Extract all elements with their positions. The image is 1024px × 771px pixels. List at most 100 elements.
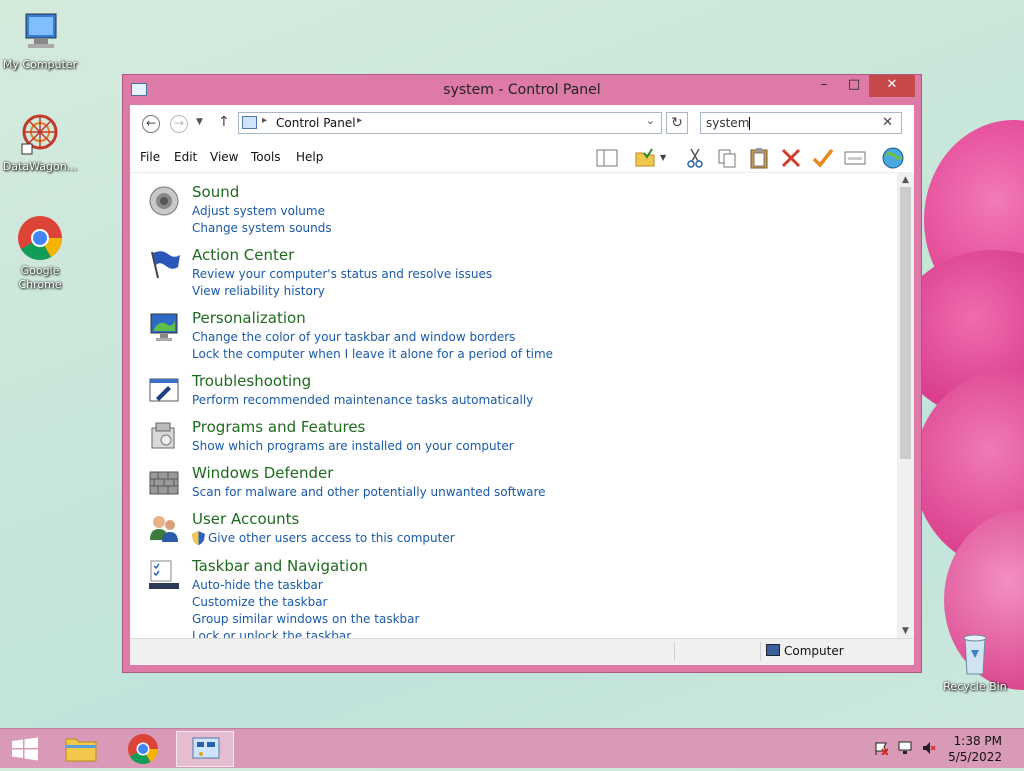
troubleshoot-icon	[148, 374, 180, 406]
result-title[interactable]: Programs and Features	[192, 418, 365, 436]
paste-icon[interactable]	[748, 147, 770, 169]
taskbar: 1:38 PM 5/5/2022	[0, 728, 1024, 768]
address-row: ← → ▼ ↑ ▸ Control Panel ▸ ⌄ ↻ system ✕	[130, 105, 914, 142]
result-link[interactable]: Scan for malware and other potentially u…	[192, 485, 546, 499]
refresh-button[interactable]: ↻	[666, 112, 688, 134]
file-explorer-taskbar-icon[interactable]	[56, 731, 106, 767]
recycle-bin-icon	[951, 630, 999, 678]
menu-help[interactable]: Help	[296, 150, 323, 164]
scrollbar-thumb[interactable]	[900, 187, 911, 459]
folder-check-icon[interactable]	[634, 147, 656, 169]
result-title[interactable]: User Accounts	[192, 510, 299, 528]
window-client: ← → ▼ ↑ ▸ Control Panel ▸ ⌄ ↻ system ✕ F…	[130, 105, 914, 665]
result-title[interactable]: Action Center	[192, 246, 294, 264]
defender-wall-icon	[148, 466, 180, 498]
checkmark-icon[interactable]	[812, 147, 834, 169]
search-input[interactable]: system ✕	[700, 112, 902, 134]
result-link[interactable]: Show which programs are installed on you…	[192, 439, 514, 453]
close-button[interactable]: ✕	[869, 75, 915, 97]
menu-file[interactable]: File	[140, 150, 160, 164]
result-link[interactable]: Review your computer's status and resolv…	[192, 267, 492, 281]
network-icon[interactable]	[898, 741, 912, 755]
status-location: Computer	[784, 644, 844, 658]
programs-icon	[148, 420, 180, 452]
result-title[interactable]: Personalization	[192, 309, 306, 327]
desktop-icon-google-chrome[interactable]: Google Chrome	[0, 214, 80, 292]
result-title[interactable]: Taskbar and Navigation	[192, 557, 368, 575]
desktop-icon-label: Google Chrome	[18, 264, 62, 291]
up-button[interactable]: ↑	[218, 114, 230, 130]
delete-icon[interactable]	[780, 147, 802, 169]
address-dropdown-chevron-icon[interactable]: ⌄	[646, 114, 655, 127]
search-results: Sound Adjust system volume Change system…	[130, 173, 897, 638]
vertical-scrollbar[interactable]: ▲ ▼	[897, 173, 914, 638]
minimize-button[interactable]: –	[809, 75, 839, 97]
breadcrumb-arrow-icon[interactable]: ▸	[357, 115, 362, 126]
recent-locations-chevron-icon[interactable]: ▼	[196, 117, 203, 127]
taskbar-icon	[148, 559, 180, 591]
start-button[interactable]	[0, 731, 50, 767]
clock-time: 1:38 PM	[953, 734, 1002, 748]
scroll-down-arrow-icon[interactable]: ▼	[897, 626, 914, 636]
result-link[interactable]: Lock or unlock the taskbar	[192, 629, 351, 638]
status-divider	[674, 642, 675, 661]
search-value: system	[706, 116, 750, 130]
forward-button[interactable]: →	[170, 115, 188, 133]
result-link[interactable]: Change the color of your taskbar and win…	[192, 330, 515, 344]
system-clock[interactable]: 1:38 PM 5/5/2022	[948, 733, 1002, 765]
monitor-icon	[148, 311, 180, 343]
status-divider	[760, 642, 761, 661]
layout-pane-icon[interactable]	[596, 147, 618, 169]
desktop-icon-label: DataWagon...	[2, 160, 78, 173]
volume-muted-icon[interactable]	[922, 741, 936, 755]
breadcrumb-arrow-icon[interactable]: ▸	[262, 115, 267, 126]
scroll-up-arrow-icon[interactable]: ▲	[897, 175, 914, 185]
globe-icon[interactable]	[882, 147, 904, 169]
breadcrumb-control-panel[interactable]: Control Panel	[276, 116, 356, 130]
status-bar: Computer	[130, 638, 914, 665]
result-link[interactable]: Group similar windows on the taskbar	[192, 612, 419, 626]
desktop-icon-my-computer[interactable]: My Computer	[0, 8, 80, 72]
control-panel-taskbar-button[interactable]	[176, 731, 234, 767]
address-bar[interactable]: ▸ Control Panel ▸ ⌄	[238, 112, 662, 134]
result-title[interactable]: Troubleshooting	[192, 372, 311, 390]
menu-view[interactable]: View	[210, 150, 238, 164]
uac-shield-icon	[192, 531, 205, 545]
control-panel-window: system - Control Panel – □ ✕ ← → ▼ ↑ ▸ C…	[122, 74, 922, 673]
maximize-button[interactable]: □	[839, 75, 869, 97]
chrome-taskbar-icon[interactable]	[118, 731, 168, 767]
result-title[interactable]: Windows Defender	[192, 464, 333, 482]
datawagon-logo-icon	[16, 110, 64, 158]
window-title: system - Control Panel	[443, 82, 601, 98]
result-link[interactable]: Perform recommended maintenance tasks au…	[192, 393, 533, 407]
copy-icon[interactable]	[716, 147, 738, 169]
result-link[interactable]: Adjust system volume	[192, 204, 325, 218]
action-center-flag-icon[interactable]	[874, 741, 889, 756]
computer-icon	[16, 8, 64, 56]
desktop-icon-label: My Computer	[2, 58, 78, 71]
menu-toolbar-row: File Edit View Tools Help ▼	[130, 142, 914, 173]
result-title[interactable]: Sound	[192, 183, 239, 201]
users-icon	[148, 512, 180, 544]
result-link[interactable]: View reliability history	[192, 284, 325, 298]
result-link[interactable]: Customize the taskbar	[192, 595, 327, 609]
clock-date: 5/5/2022	[948, 750, 1002, 764]
desktop-icon-label: Recycle Bin	[943, 680, 1007, 693]
properties-icon[interactable]	[844, 147, 866, 169]
title-bar[interactable]: system - Control Panel – □ ✕	[123, 75, 921, 105]
chrome-icon	[16, 214, 64, 262]
result-link[interactable]: Lock the computer when I leave it alone …	[192, 347, 553, 361]
control-panel-icon	[242, 116, 257, 129]
menu-edit[interactable]: Edit	[174, 150, 197, 164]
cut-icon[interactable]	[684, 147, 706, 169]
menu-tools[interactable]: Tools	[251, 150, 281, 164]
back-button[interactable]: ←	[142, 115, 160, 133]
result-link[interactable]: Change system sounds	[192, 221, 332, 235]
clear-search-button[interactable]: ✕	[882, 115, 893, 130]
folder-dropdown-chevron-icon[interactable]: ▼	[660, 153, 672, 175]
result-link[interactable]: Give other users access to this computer	[208, 531, 455, 545]
desktop-icon-recycle-bin[interactable]: Recycle Bin	[935, 630, 1015, 694]
desktop-icon-datawagon[interactable]: DataWagon...	[0, 110, 80, 174]
computer-icon	[766, 644, 780, 656]
result-link[interactable]: Auto-hide the taskbar	[192, 578, 323, 592]
